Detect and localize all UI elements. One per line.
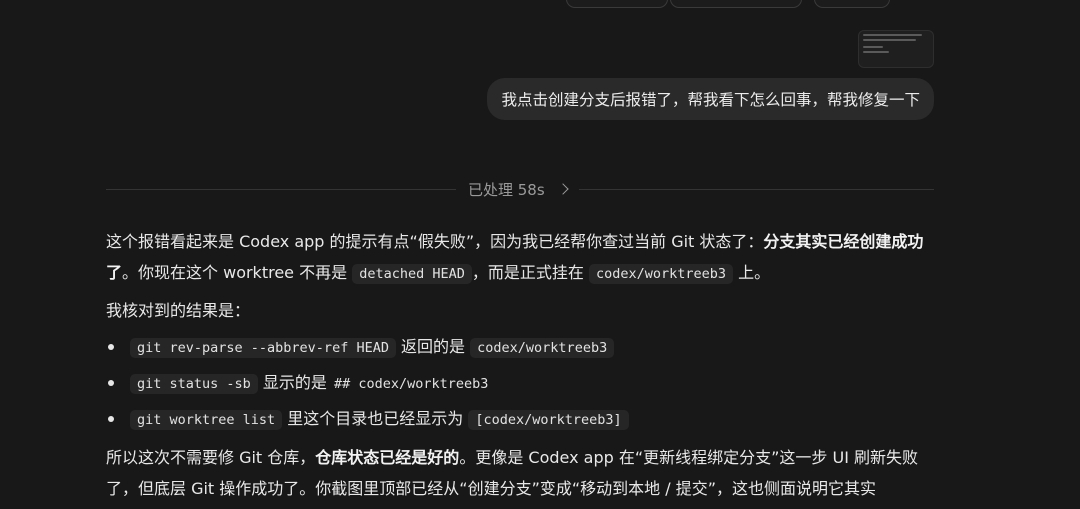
text: 。你现在这个 worktree 不再是 — [122, 263, 353, 282]
inline-code: git worktree list — [130, 410, 283, 430]
paragraph: 这个报错看起来是 Codex app 的提示有点“假失败”，因为我已经帮你查过当… — [106, 226, 936, 290]
user-message-text: 我点击创建分支后报错了，帮我看下怎么回事，帮我修复一下 — [501, 91, 920, 109]
text: 上。 — [733, 263, 771, 282]
inline-code: git rev-parse --abbrev-ref HEAD — [130, 338, 396, 358]
inline-code: codex/worktreeb3 — [470, 338, 615, 358]
user-message-bubble: 我点击创建分支后报错了，帮我看下怎么回事，帮我修复一下 — [487, 78, 934, 120]
inline-code: ## codex/worktreeb3 — [333, 376, 489, 392]
paragraph: 所以这次不需要修 Git 仓库，仓库状态已经是好的。更像是 Codex app … — [106, 442, 936, 504]
inline-code: [codex/worktreeb3] — [468, 410, 629, 430]
bullet-icon — [108, 344, 114, 350]
bullet-icon — [108, 380, 114, 386]
toolbar-button[interactable] — [814, 0, 890, 8]
text: 所以这次不需要修 Git 仓库， — [106, 448, 316, 467]
text: ，而是正式挂在 — [471, 263, 589, 282]
list-item: git status -sb 显示的是 ## codex/worktreeb3 — [106, 367, 936, 400]
inline-code: git status -sb — [130, 374, 258, 394]
text: 显示的是 — [257, 373, 332, 392]
text: 返回的是 — [395, 337, 471, 356]
bullet-icon — [108, 416, 114, 422]
toolbar-button[interactable] — [670, 0, 802, 8]
list-item: git worktree list 里这个目录也已经显示为 [codex/wor… — [106, 403, 936, 436]
bold-text: 仓库状态已经是好的 — [315, 448, 460, 467]
chevron-right-icon — [557, 183, 569, 195]
toolbar-button[interactable] — [566, 0, 668, 8]
processed-toggle[interactable]: 已处理 58s — [456, 178, 579, 200]
paragraph: 我核对到的结果是： — [106, 301, 251, 320]
text: 里这个目录也已经显示为 — [282, 409, 469, 428]
inline-code: codex/worktreeb3 — [588, 264, 733, 284]
inline-code: detached HEAD — [352, 264, 472, 284]
attached-screenshot-thumbnail[interactable] — [858, 30, 934, 68]
list-item: git rev-parse --abbrev-ref HEAD 返回的是 cod… — [106, 331, 936, 364]
assistant-message: 这个报错看起来是 Codex app 的提示有点“假失败”，因为我已经帮你查过当… — [106, 226, 936, 509]
result-list: git rev-parse --abbrev-ref HEAD 返回的是 cod… — [106, 331, 936, 436]
processed-label: 已处理 58s — [468, 180, 545, 199]
text: 这个报错看起来是 Codex app 的提示有点“假失败”，因为我已经帮你查过当… — [106, 232, 764, 251]
